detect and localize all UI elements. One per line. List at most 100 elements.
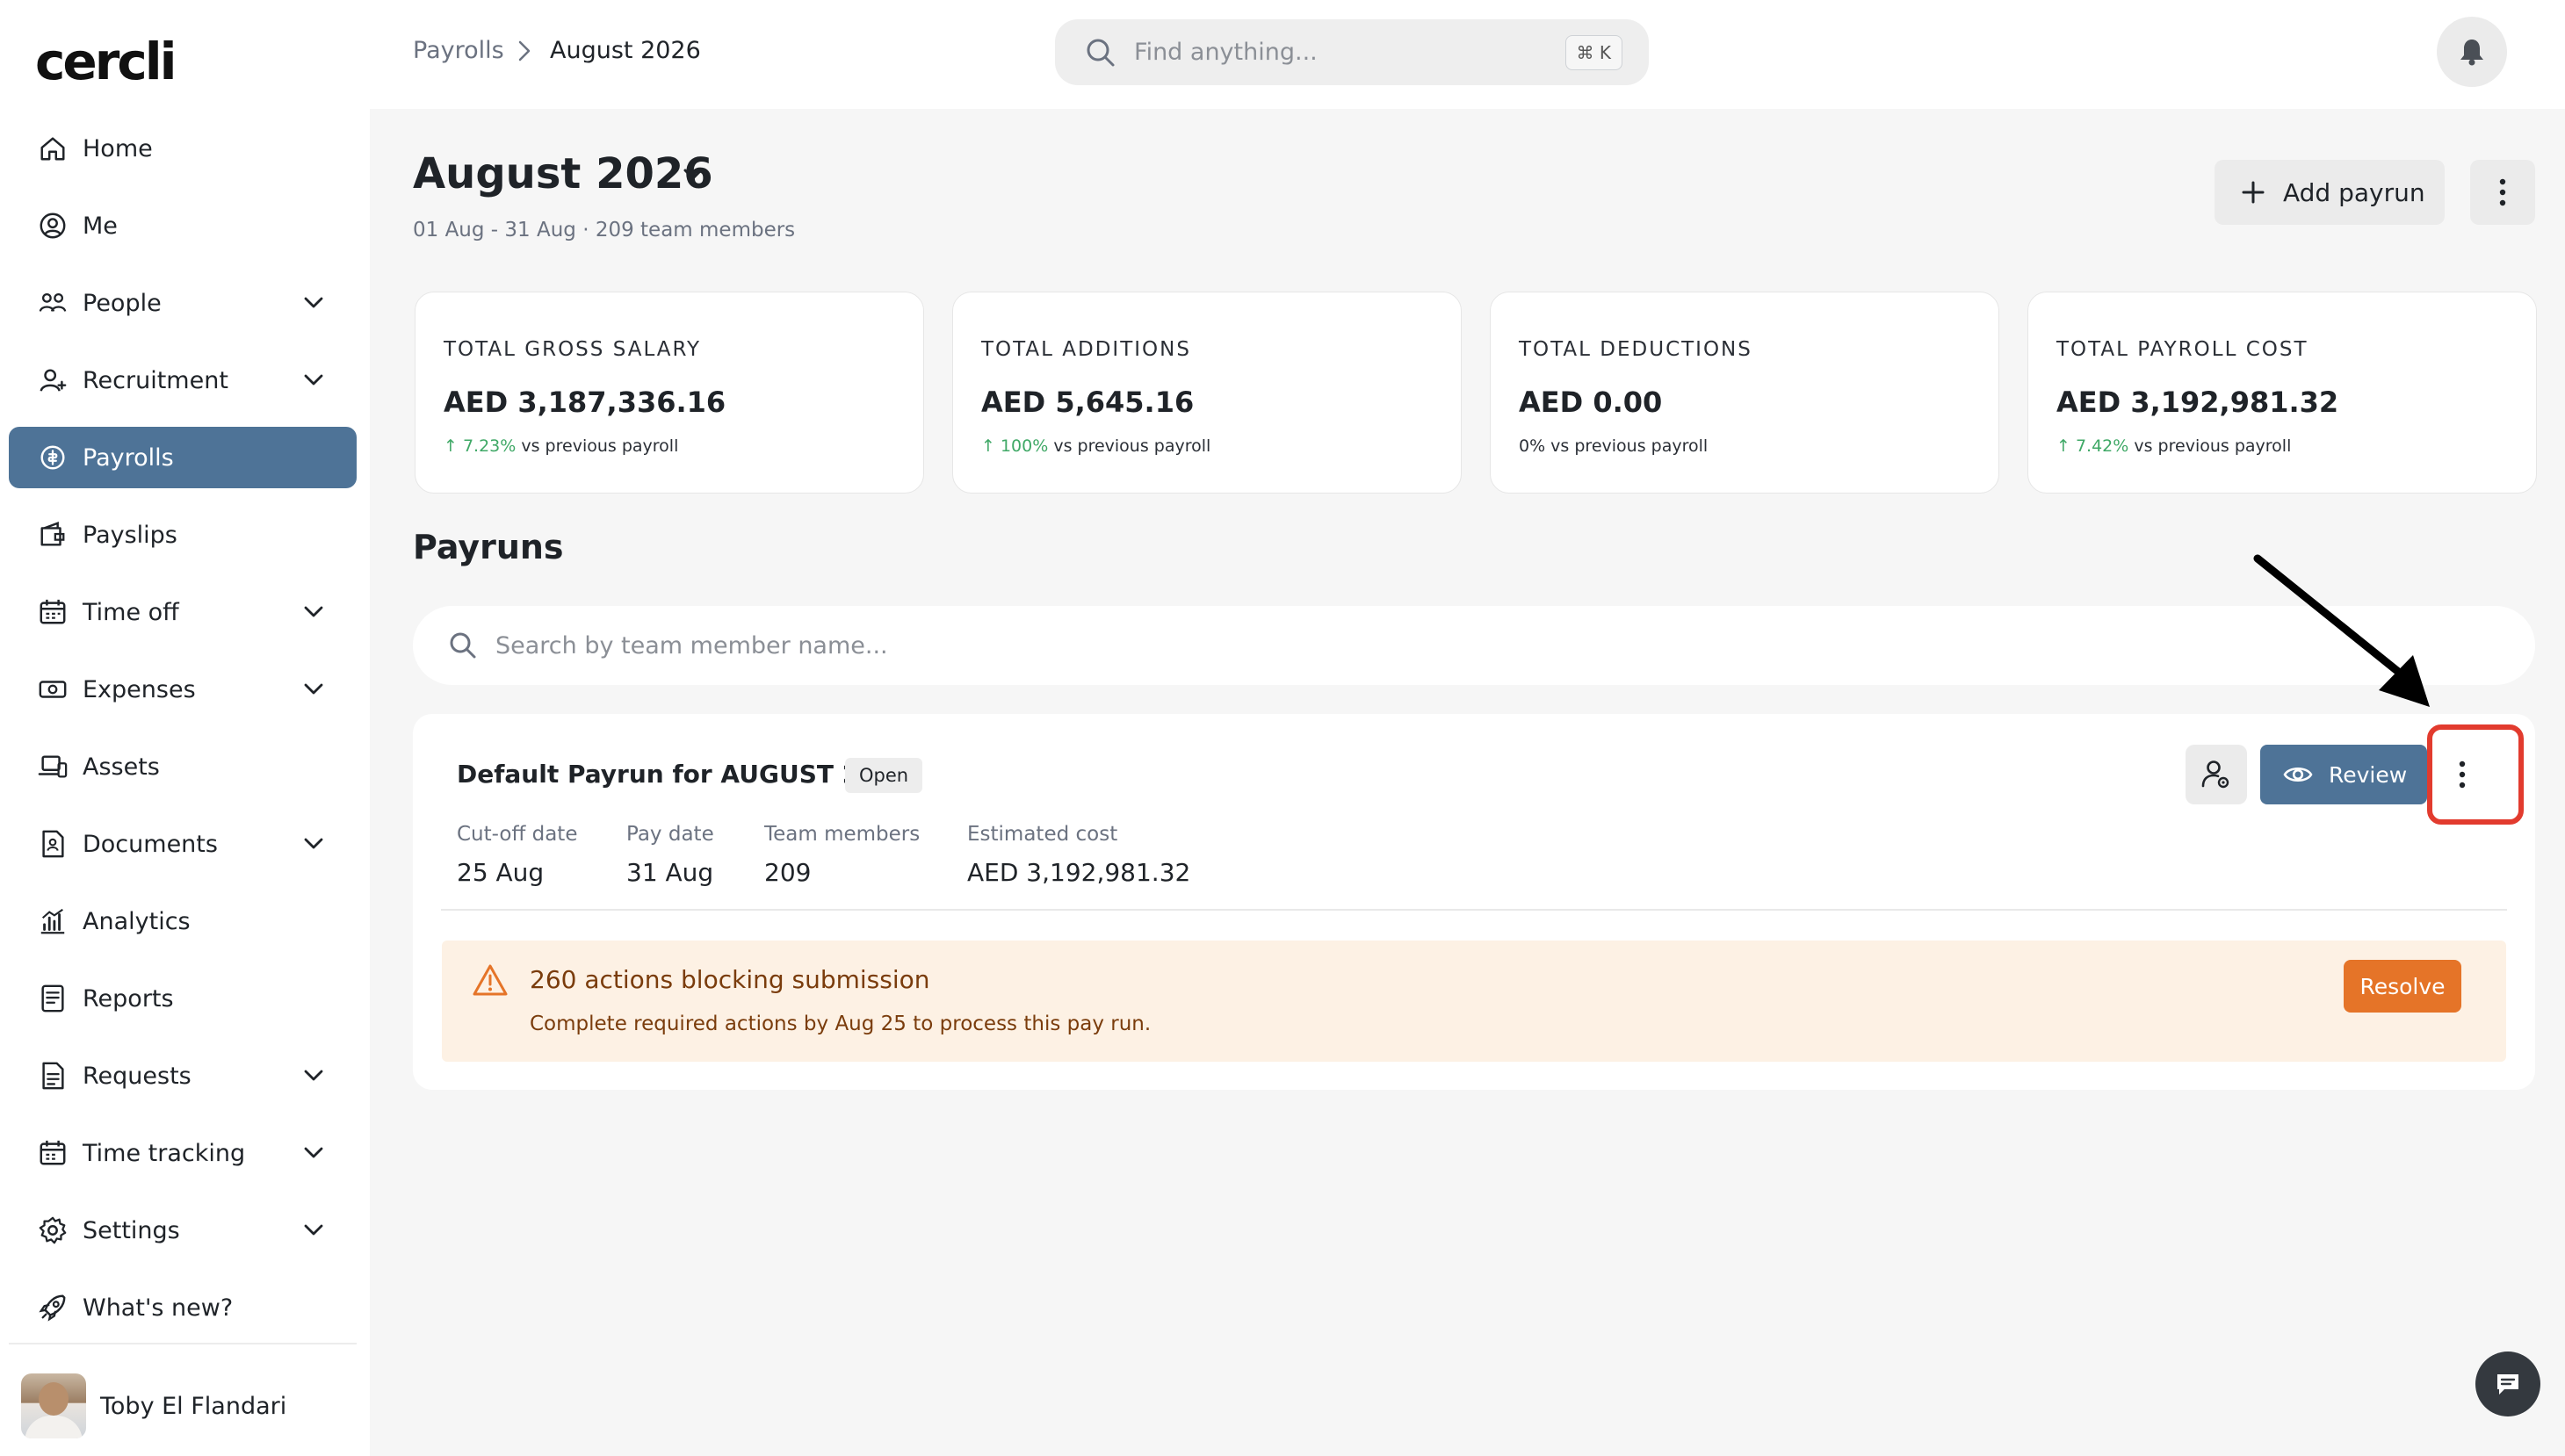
sidebar-item-label: Time tracking	[83, 1139, 246, 1167]
sidebar-item-time-tracking[interactable]: Time tracking	[9, 1122, 357, 1184]
sidebar-item-home[interactable]: Home	[9, 118, 357, 179]
review-button[interactable]: Review	[2260, 745, 2427, 804]
sidebar-item-label: Recruitment	[83, 366, 228, 394]
search-icon	[448, 631, 478, 660]
bell-icon	[2459, 38, 2485, 66]
page-title[interactable]: August 2026	[413, 149, 713, 198]
alert-title: 260 actions blocking submission	[530, 965, 930, 994]
chat-icon	[2494, 1370, 2522, 1398]
card-change: 0% vs previous payroll	[1519, 436, 1708, 456]
status-badge: Open	[845, 758, 923, 793]
global-search[interactable]: Find anything... ⌘ K	[1055, 19, 1649, 85]
change-percent: ↑ 7.42%	[2056, 436, 2129, 456]
home-icon	[37, 133, 69, 164]
sidebar-item-people[interactable]: People	[9, 272, 357, 334]
meta-value: 25 Aug	[457, 858, 545, 887]
rocket-icon	[37, 1292, 69, 1323]
sidebar-item-payrolls[interactable]: Payrolls	[9, 427, 357, 488]
warning-icon	[472, 963, 509, 997]
sidebar-item-me[interactable]: Me	[9, 195, 357, 256]
breadcrumb-parent[interactable]: Payrolls	[413, 37, 504, 64]
user-name: Toby El Flandari	[100, 1392, 287, 1420]
chevron-down-icon[interactable]	[302, 369, 325, 392]
chevron-down-icon[interactable]	[302, 292, 325, 314]
sidebar-item-what-s-new[interactable]: What's new?	[9, 1277, 357, 1338]
document-icon	[37, 828, 69, 860]
payrun-card: Default Payrun for AUGUST 2026 Open Cut-…	[413, 714, 2535, 1090]
summary-card-deductions: TOTAL DEDUCTIONS AED 0.00 0% vs previous…	[1490, 292, 1999, 494]
page-more-button[interactable]	[2470, 160, 2535, 225]
summary-card-gross-salary: TOTAL GROSS SALARY AED 3,187,336.16 ↑ 7.…	[415, 292, 924, 494]
recruitment-icon	[37, 364, 69, 396]
card-label: TOTAL DEDUCTIONS	[1519, 338, 1752, 361]
payrun-search-placeholder: Search by team member name...	[495, 631, 888, 660]
card-change: ↑ 7.23% vs previous payroll	[444, 436, 678, 456]
card-value: AED 0.00	[1519, 386, 1663, 419]
sidebar-item-reports[interactable]: Reports	[9, 968, 357, 1029]
sidebar-item-payslips[interactable]: Payslips	[9, 504, 357, 566]
sidebar-item-label: Requests	[83, 1062, 191, 1090]
change-percent: ↑ 7.23%	[444, 436, 517, 456]
meta-estimated-cost: Estimated cost AED 3,192,981.32	[967, 823, 1190, 887]
sidebar-item-assets[interactable]: Assets	[9, 736, 357, 797]
assign-members-button[interactable]	[2186, 745, 2247, 804]
chevron-down-icon[interactable]	[302, 601, 325, 623]
chevron-down-icon[interactable]	[302, 1219, 325, 1242]
sidebar-item-label: People	[83, 289, 162, 317]
page-subtitle: 01 Aug - 31 Aug · 209 team members	[413, 219, 796, 241]
sidebar-item-label: Settings	[83, 1216, 180, 1244]
sidebar-item-expenses[interactable]: Expenses	[9, 659, 357, 720]
meta-pay-date: Pay date 31 Aug	[626, 823, 714, 887]
card-change: ↑ 7.42% vs previous payroll	[2056, 436, 2291, 456]
user-profile[interactable]: Toby El Flandari	[21, 1372, 286, 1440]
meta-cutoff-date: Cut-off date 25 Aug	[457, 823, 577, 887]
change-suffix: vs previous payroll	[2128, 436, 2292, 456]
sidebar-item-recruitment[interactable]: Recruitment	[9, 350, 357, 411]
payrun-title[interactable]: Default Payrun for AUGUST 2026	[457, 760, 911, 789]
chevron-right-icon	[517, 40, 532, 62]
payrun-search-input[interactable]: Search by team member name...	[413, 606, 2535, 685]
chevron-down-icon[interactable]	[302, 833, 325, 855]
sidebar: cercli Home Me People Recruitment Payrolls Pa…	[0, 0, 370, 1456]
meta-label: Pay date	[626, 823, 714, 846]
gear-icon	[37, 1215, 69, 1246]
sidebar-item-settings[interactable]: Settings	[9, 1200, 357, 1261]
sidebar-item-requests[interactable]: Requests	[9, 1045, 357, 1106]
sidebar-item-label: Reports	[83, 984, 174, 1013]
meta-value: 31 Aug	[626, 858, 714, 887]
chat-support-button[interactable]	[2475, 1351, 2540, 1416]
notifications-button[interactable]	[2437, 17, 2507, 87]
blocking-actions-alert: 260 actions blocking submission Complete…	[442, 941, 2506, 1062]
chevron-down-icon[interactable]	[302, 1064, 325, 1087]
sidebar-item-label: What's new?	[83, 1294, 234, 1322]
sidebar-item-label: Me	[83, 212, 118, 240]
request-icon	[37, 1060, 69, 1092]
app-logo[interactable]: cercli	[35, 32, 177, 91]
add-payrun-button[interactable]: Add payrun	[2215, 160, 2445, 225]
card-value: AED 3,187,336.16	[444, 386, 726, 419]
payroll-icon	[37, 442, 69, 473]
payruns-section-title: Payruns	[413, 528, 564, 566]
wallet-icon	[37, 519, 69, 551]
eye-icon	[2283, 764, 2329, 785]
chevron-down-icon[interactable]	[682, 165, 704, 183]
change-suffix: vs previous payroll	[516, 436, 679, 456]
analytics-icon	[37, 905, 69, 937]
meta-label: Estimated cost	[967, 823, 1118, 846]
card-value: AED 5,645.16	[981, 386, 1195, 419]
meta-team-members: Team members 209	[764, 823, 920, 887]
change-suffix: vs previous payroll	[1048, 436, 1211, 456]
global-search-placeholder: Find anything...	[1134, 39, 1318, 66]
sidebar-item-label: Documents	[83, 830, 218, 858]
resolve-button[interactable]: Resolve	[2344, 960, 2461, 1013]
chevron-down-icon[interactable]	[302, 678, 325, 701]
sidebar-item-time-off[interactable]: Time off	[9, 581, 357, 643]
divider	[441, 909, 2507, 911]
chevron-down-icon[interactable]	[302, 1142, 325, 1164]
card-label: TOTAL PAYROLL COST	[2056, 338, 2308, 361]
summary-card-payroll-cost: TOTAL PAYROLL COST AED 3,192,981.32 ↑ 7.…	[2027, 292, 2537, 494]
shortcut-hint: ⌘ K	[1564, 35, 1622, 70]
sidebar-item-analytics[interactable]: Analytics	[9, 890, 357, 952]
sidebar-item-label: Time off	[83, 598, 179, 626]
sidebar-item-documents[interactable]: Documents	[9, 813, 357, 875]
